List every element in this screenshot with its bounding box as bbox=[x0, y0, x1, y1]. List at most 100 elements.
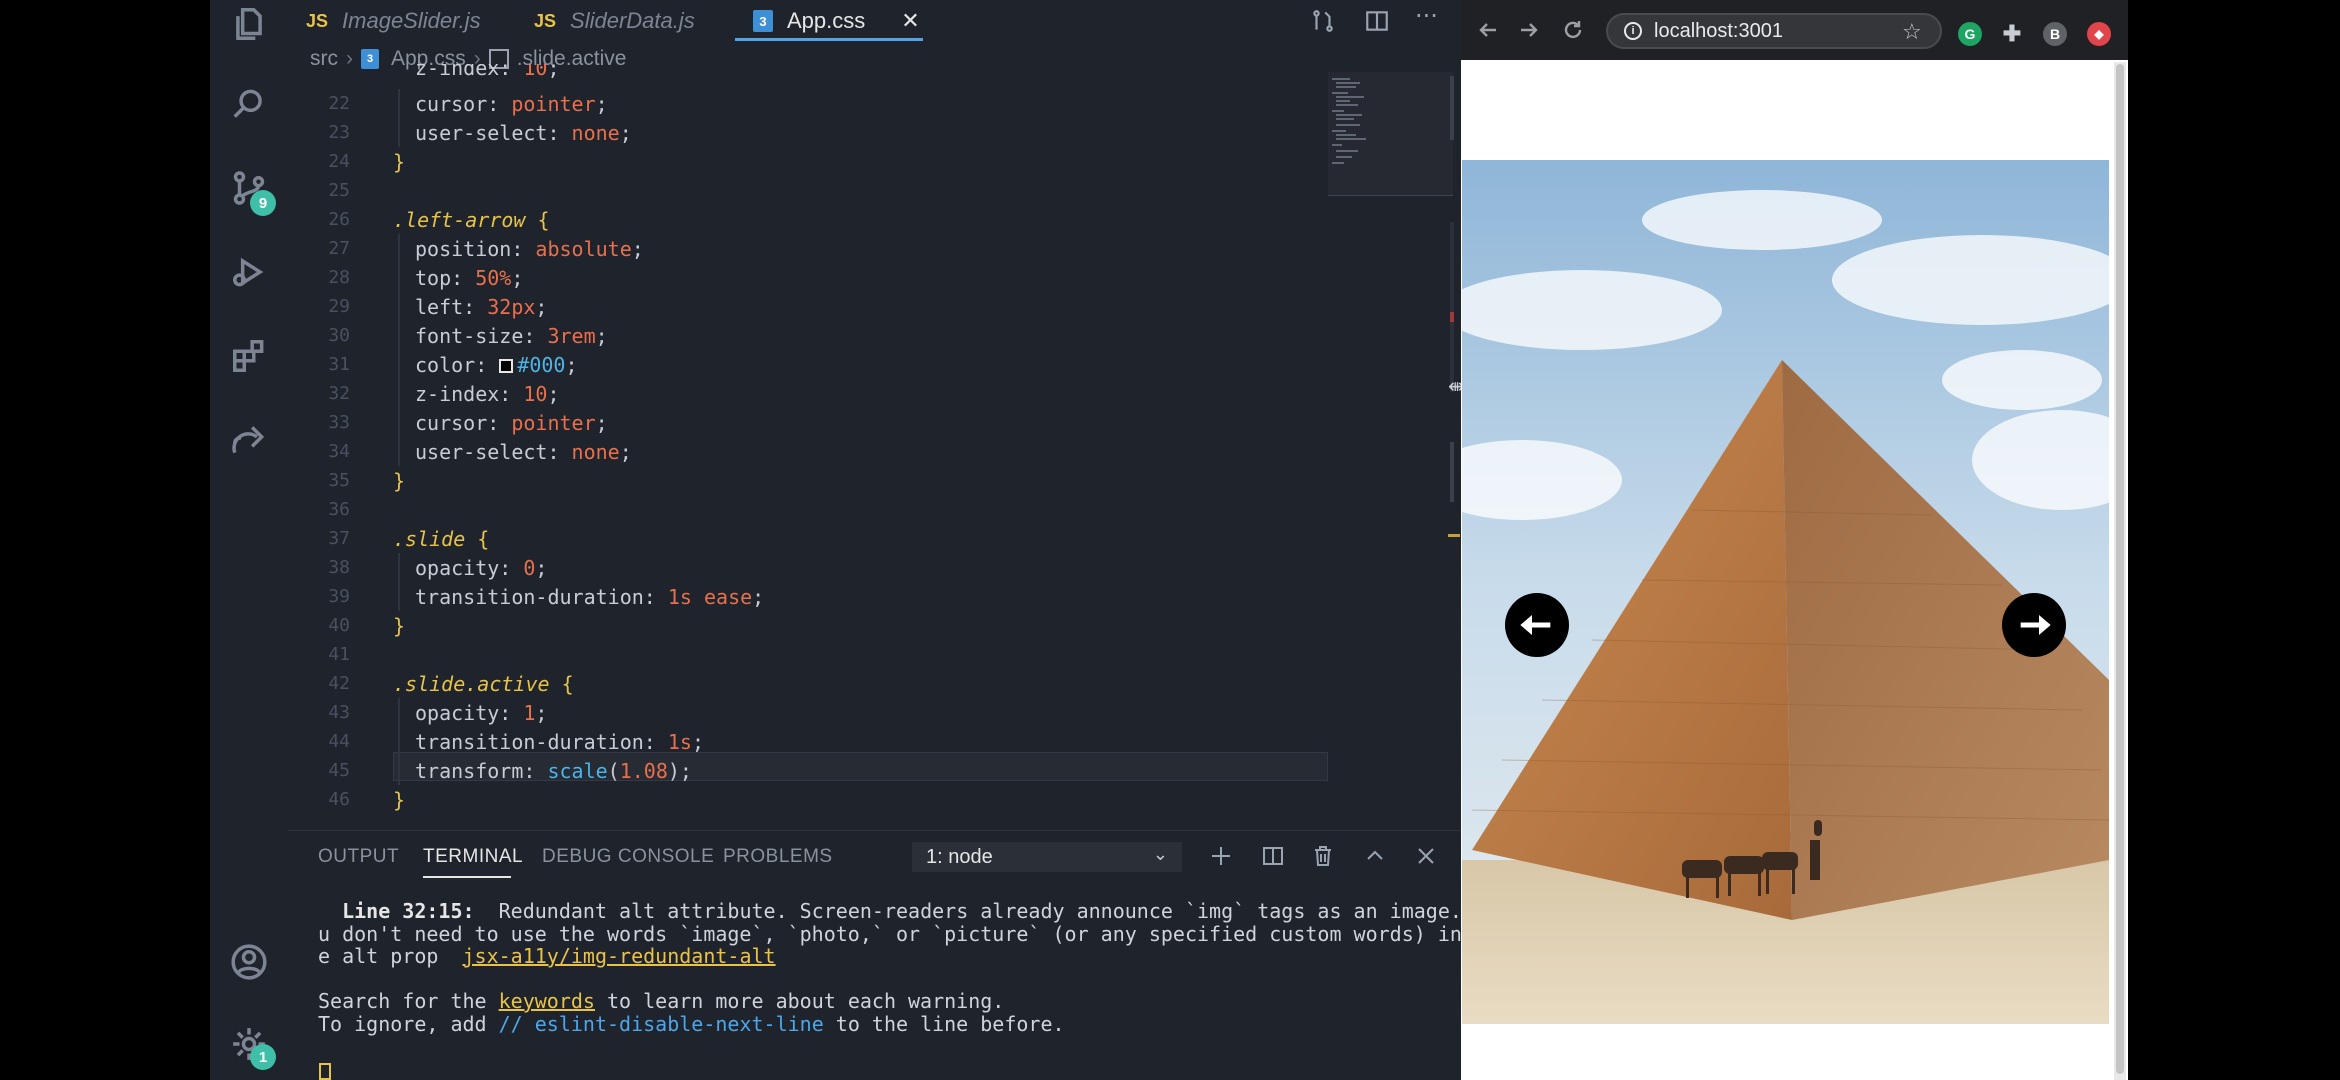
terminal-line: e alt prop jsx-a11y/img-redundant-alt bbox=[318, 944, 776, 968]
address-bar[interactable]: i localhost:3001 bbox=[1606, 13, 1942, 49]
grammarly-extension-icon[interactable]: G bbox=[1958, 22, 1982, 46]
browser-scrollbar-thumb[interactable] bbox=[2116, 64, 2124, 1074]
line-number: 41 bbox=[328, 644, 350, 665]
code-text: color: #000; bbox=[415, 352, 578, 377]
code-line: 42 .slide.active { bbox=[288, 669, 1328, 698]
run-debug-icon[interactable] bbox=[229, 252, 269, 292]
explorer-icon[interactable] bbox=[229, 4, 269, 44]
line-number: 35 bbox=[328, 470, 350, 491]
code-line: 37 .slide { bbox=[288, 524, 1328, 553]
code-text: cursor: pointer; bbox=[415, 410, 608, 435]
account-icon[interactable] bbox=[229, 942, 269, 982]
code-line: 27 position: absolute; bbox=[288, 234, 1328, 263]
code-line: 47 bbox=[288, 814, 1328, 820]
tab-sliderdata[interactable]: JS SliderData.js bbox=[534, 0, 695, 42]
close-panel-icon[interactable] bbox=[1414, 844, 1440, 870]
remote-explorer-icon[interactable] bbox=[229, 420, 269, 460]
arrow-right-circle-icon[interactable] bbox=[2002, 593, 2066, 657]
terminal-tab-indicator bbox=[423, 876, 511, 878]
code-text: cursor: pointer; bbox=[415, 91, 608, 116]
js-file-icon: JS bbox=[534, 10, 557, 31]
back-icon[interactable] bbox=[1476, 18, 1502, 44]
code-line: 38 opacity: 0; bbox=[288, 553, 1328, 582]
line-number: 25 bbox=[328, 180, 350, 201]
code-text: .slide.active { bbox=[393, 671, 574, 696]
code-text: } bbox=[393, 613, 406, 638]
editor-scrollbar[interactable] bbox=[1448, 72, 1460, 812]
code-text: transform: scale(1.08); bbox=[415, 758, 692, 783]
terminal-selector-value: 1: node bbox=[926, 845, 993, 868]
extension-red-icon[interactable]: ◆ bbox=[2087, 22, 2111, 46]
panel-tab-debug-console[interactable]: DEBUG CONSOLE bbox=[542, 846, 714, 868]
line-number: 31 bbox=[328, 354, 350, 375]
line-number: 27 bbox=[328, 238, 350, 259]
site-info-icon[interactable]: i bbox=[1624, 22, 1642, 40]
panel-tab-output[interactable]: OUTPUT bbox=[318, 846, 399, 868]
code-text: user-select: none; bbox=[415, 439, 632, 464]
arrow-left-circle-icon[interactable] bbox=[1505, 593, 1569, 657]
line-number: 33 bbox=[328, 412, 350, 433]
line-number: 34 bbox=[328, 441, 350, 462]
code-text: } bbox=[393, 468, 406, 493]
code-line: 46} bbox=[288, 785, 1328, 814]
terminal-line: To ignore, add // eslint-disable-next-li… bbox=[318, 1011, 1065, 1036]
panel-tab-problems[interactable]: PROBLEMS bbox=[723, 846, 833, 868]
line-number: 44 bbox=[328, 731, 350, 752]
forward-icon[interactable] bbox=[1517, 18, 1543, 44]
terminal-selector[interactable]: 1: node ⌄ bbox=[912, 842, 1182, 872]
code-line: 36 bbox=[288, 495, 1328, 524]
split-terminal-icon[interactable] bbox=[1261, 844, 1287, 870]
line-number: 22 bbox=[328, 93, 350, 114]
code-line: 44 transition-duration: 1s; bbox=[288, 727, 1328, 756]
bookmark-star-icon[interactable]: ☆ bbox=[1902, 20, 1922, 45]
code-line: 26 .left-arrow { bbox=[288, 205, 1328, 234]
terminal-output[interactable]: Line 32:15: Redundant alt attribute. Scr… bbox=[318, 900, 1498, 1036]
code-line: 41 bbox=[288, 640, 1328, 669]
css-file-icon: 3 bbox=[753, 10, 773, 32]
code-line: 32 z-index: 10; bbox=[288, 379, 1328, 408]
tab-app-css[interactable]: 3 App.css ✕ bbox=[753, 0, 920, 42]
panel-tab-terminal[interactable]: TERMINAL bbox=[423, 846, 523, 868]
tab-imageslider[interactable]: JS ImageSlider.js bbox=[306, 0, 481, 42]
code-text: position: absolute; bbox=[415, 236, 644, 261]
code-line: 28 top: 50%; bbox=[288, 263, 1328, 292]
line-number: 38 bbox=[328, 557, 350, 578]
search-icon[interactable] bbox=[229, 84, 269, 124]
trash-icon[interactable] bbox=[1311, 844, 1337, 870]
code-text: left: 32px; bbox=[415, 294, 548, 319]
reload-icon[interactable] bbox=[1561, 18, 1587, 44]
line-number: 43 bbox=[328, 702, 350, 723]
puzzle-extensions-icon[interactable]: ✚ bbox=[2000, 21, 2024, 46]
tab-bar: JS ImageSlider.js JS SliderData.js 3 App.cs… bbox=[288, 0, 1461, 42]
close-tab-icon[interactable]: ✕ bbox=[901, 8, 919, 34]
code-line: 24} bbox=[288, 147, 1328, 176]
tab-label: App.css bbox=[787, 8, 866, 33]
code-text: } bbox=[393, 787, 406, 812]
extensions-icon[interactable] bbox=[229, 336, 269, 376]
tab-label: SliderData.js bbox=[570, 8, 695, 33]
split-editor-icon[interactable] bbox=[1364, 8, 1392, 36]
code-line: 30 font-size: 3rem; bbox=[288, 321, 1328, 350]
color-swatch bbox=[499, 358, 514, 373]
open-changes-icon[interactable] bbox=[1310, 8, 1338, 36]
code-text: z-index: 10; bbox=[415, 381, 560, 406]
tab-label: ImageSlider.js bbox=[342, 8, 481, 33]
maximize-panel-icon[interactable] bbox=[1363, 844, 1389, 870]
line-number: 46 bbox=[328, 789, 350, 810]
source-control-badge: 9 bbox=[250, 190, 276, 216]
line-number: 45 bbox=[328, 760, 350, 781]
url-text: localhost:3001 bbox=[1654, 19, 1783, 42]
activity-bar: 9 1 bbox=[210, 0, 288, 1080]
line-number: 47 bbox=[288, 818, 350, 820]
line-number: 29 bbox=[328, 296, 350, 317]
line-number: 28 bbox=[328, 267, 350, 288]
settings-badge: 1 bbox=[250, 1044, 276, 1070]
new-terminal-icon[interactable] bbox=[1209, 844, 1235, 870]
profile-avatar[interactable]: B bbox=[2043, 22, 2067, 46]
more-actions-icon[interactable]: ··· bbox=[1415, 2, 1443, 30]
code-line: 29 left: 32px; bbox=[288, 292, 1328, 321]
minimap[interactable] bbox=[1328, 72, 1458, 202]
code-editor[interactable]: z-index: 10; 22 cursor: pointer; 23 user-se… bbox=[288, 60, 1328, 820]
code-line-partial: z-index: 10; bbox=[415, 64, 560, 80]
